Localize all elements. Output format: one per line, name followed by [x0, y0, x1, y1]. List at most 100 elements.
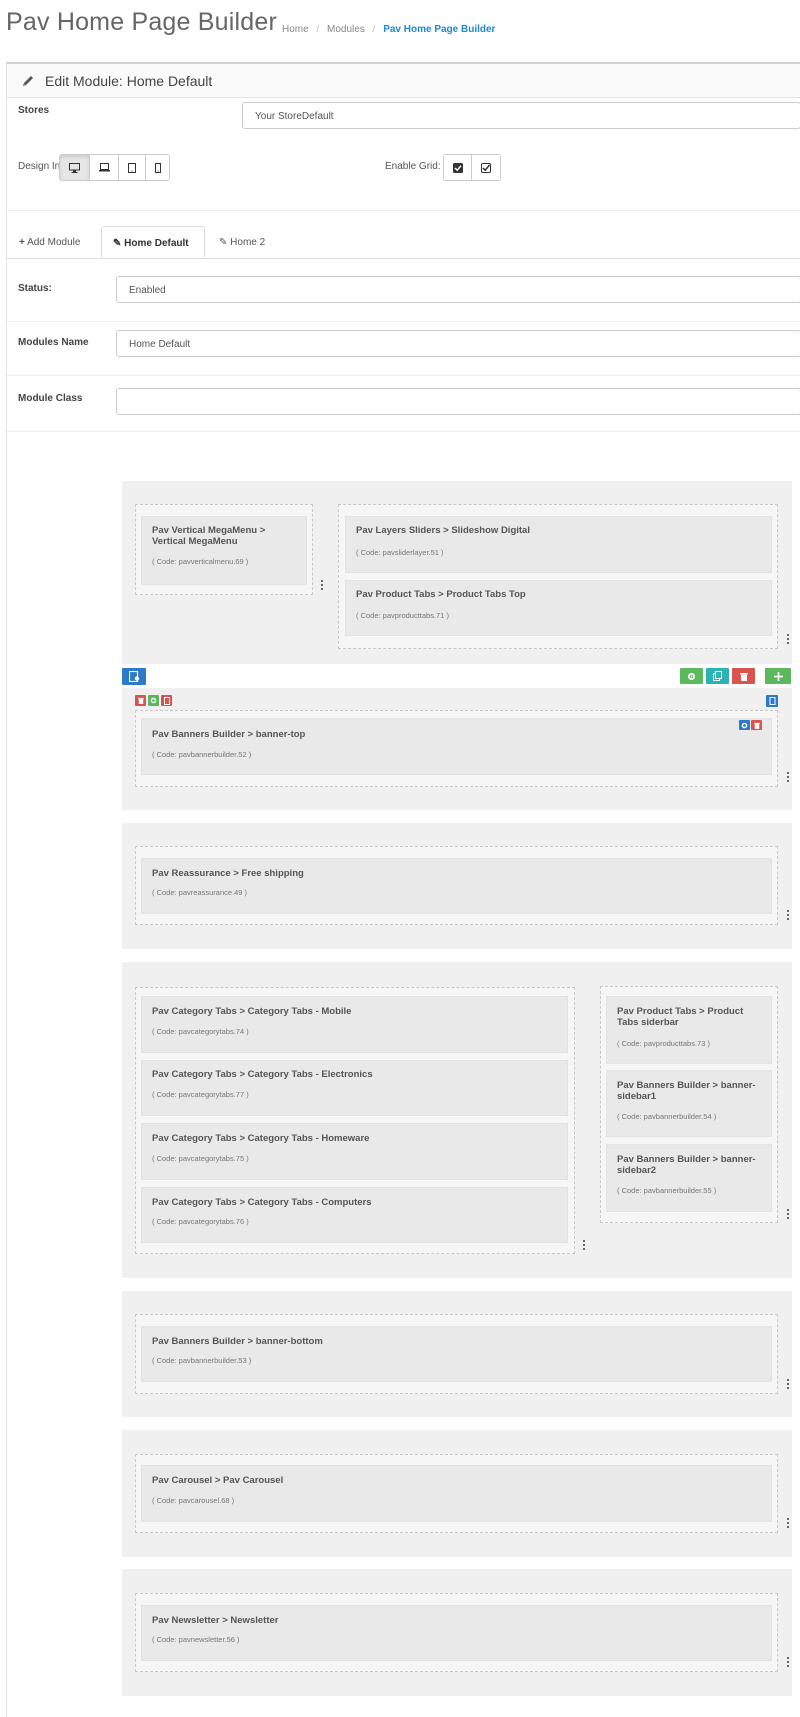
column-settings-icon: [128, 671, 139, 682]
row-settings-button[interactable]: [122, 668, 146, 685]
tab-add-module[interactable]: + Add Module: [19, 226, 80, 258]
module-widget[interactable]: Pav Vertical MegaMenu > Vertical MegaMen…: [141, 516, 307, 585]
modules-name-input[interactable]: Home Default: [116, 330, 800, 357]
status-select[interactable]: Enabled: [116, 276, 800, 303]
grid-off-button[interactable]: [472, 154, 501, 181]
tablet-icon: [128, 162, 136, 173]
breadcrumb-current[interactable]: Pav Home Page Builder: [383, 24, 495, 35]
widget-title: Pav Layers Sliders > Slideshow Digital: [356, 525, 530, 536]
widget-code: ( Code: pavbannerbuilder.53 ): [152, 1356, 252, 1365]
widget-code: ( Code: pavcategorytabs.75 ): [152, 1154, 249, 1163]
column-delete-button[interactable]: [135, 695, 146, 706]
divider: [7, 210, 800, 211]
resize-handle[interactable]: [582, 1240, 586, 1254]
grid-on-button[interactable]: [443, 154, 472, 181]
module-class-input[interactable]: [116, 388, 800, 415]
breadcrumb-modules[interactable]: Modules: [327, 24, 365, 35]
resize-handle[interactable]: [786, 772, 790, 786]
widget-code: ( Code: pavbannerbuilder.52 ): [152, 750, 252, 759]
breadcrumb-separator: /: [372, 24, 376, 35]
design-device-group: [59, 154, 170, 181]
module-widget[interactable]: Pav Category Tabs > Category Tabs - Elec…: [141, 1060, 568, 1116]
widget-title: Pav Vertical MegaMenu > Vertical MegaMen…: [152, 525, 266, 547]
column-copy-button[interactable]: [161, 695, 172, 706]
widget-title: Pav Reassurance > Free shipping: [152, 868, 304, 879]
widget-code: ( Code: pavcategorytabs.76 ): [152, 1217, 249, 1226]
widget-title: Pav Banners Builder > banner-sidebar1: [617, 1080, 756, 1102]
row-delete-button[interactable]: [732, 668, 755, 684]
module-widget[interactable]: Pav Newsletter > Newsletter ( Code: pavn…: [141, 1605, 772, 1661]
module-widget[interactable]: Pav Banners Builder > banner-sidebar1 ( …: [606, 1070, 772, 1137]
widget-code: ( Code: pavverticalmenu.69 ): [152, 557, 249, 566]
plus-icon: +: [19, 237, 25, 248]
module-widget[interactable]: Pav Category Tabs > Category Tabs - Comp…: [141, 1187, 568, 1243]
widget-code: ( Code: pavbannerbuilder.55 ): [617, 1186, 717, 1195]
resize-handle[interactable]: [786, 634, 790, 648]
widget-code: ( Code: pavcategorytabs.77 ): [152, 1090, 249, 1099]
tab-home-2[interactable]: ✎ Home 2: [219, 226, 265, 258]
module-widget[interactable]: Pav Category Tabs > Category Tabs - Home…: [141, 1123, 568, 1180]
column-config-button[interactable]: [148, 695, 159, 706]
widget-title: Pav Category Tabs > Category Tabs - Home…: [152, 1133, 370, 1144]
checkbox-outline-icon: [481, 162, 491, 173]
resize-handle[interactable]: [786, 1209, 790, 1223]
tab-label: Home Default: [124, 238, 189, 249]
widget-code: ( Code: pavcategorytabs.74 ): [152, 1027, 249, 1036]
module-class-label: Module Class: [18, 393, 83, 404]
copy-icon: [713, 671, 722, 681]
resize-handle[interactable]: [786, 910, 790, 924]
breadcrumb: Home / Modules / Pav Home Page Builder: [282, 24, 500, 35]
module-widget[interactable]: Pav Reassurance > Free shipping ( Code: …: [141, 858, 772, 914]
tablet-button[interactable]: [119, 154, 146, 181]
row-copy-button[interactable]: [706, 668, 729, 684]
module-widget[interactable]: Pav Banners Builder > banner-sidebar2 ( …: [606, 1144, 772, 1212]
modules-name-label: Modules Name: [18, 337, 89, 348]
module-widget[interactable]: Pav Layers Sliders > Slideshow Digital (…: [345, 516, 772, 573]
widget-title: Pav Category Tabs > Category Tabs - Elec…: [152, 1069, 373, 1080]
module-widget[interactable]: Pav Category Tabs > Category Tabs - Mobi…: [141, 996, 568, 1053]
gear-icon: [741, 722, 748, 728]
widget-code: ( Code: pavsliderlayer.51 ): [356, 548, 444, 557]
widget-code: ( Code: pavbannerbuilder.54 ): [617, 1112, 717, 1121]
breadcrumb-separator: /: [316, 24, 320, 35]
laptop-button[interactable]: [90, 154, 119, 181]
module-widget[interactable]: Pav Banners Builder > banner-top ( Code:…: [141, 718, 772, 775]
module-widget[interactable]: Pav Banners Builder > banner-bottom ( Co…: [141, 1326, 772, 1382]
add-row-button[interactable]: [765, 668, 791, 684]
pencil-icon: ✎: [219, 237, 228, 248]
widget-title: Pav Carousel > Pav Carousel: [152, 1475, 284, 1486]
breadcrumb-home[interactable]: Home: [282, 24, 309, 35]
stores-select[interactable]: Your StoreDefault: [242, 102, 800, 129]
mobile-icon: [154, 162, 161, 173]
stores-label: Stores: [18, 105, 50, 116]
module-widget[interactable]: Pav Product Tabs > Product Tabs siderbar…: [606, 996, 772, 1064]
resize-handle[interactable]: [320, 580, 324, 594]
enable-grid-group: [443, 154, 501, 181]
module-widget[interactable]: Pav Product Tabs > Product Tabs Top ( Co…: [345, 580, 772, 636]
widget-delete-button[interactable]: [751, 720, 762, 730]
widget-title: Pav Category Tabs > Category Tabs - Mobi…: [152, 1006, 352, 1017]
tab-home-default[interactable]: ✎ Home Default: [101, 226, 205, 258]
design-in-label: Design In: [18, 161, 61, 172]
panel-heading: Edit Module: Home Default: [7, 64, 800, 98]
gear-icon: [150, 697, 157, 704]
pencil-icon: ✎: [113, 238, 122, 249]
resize-handle[interactable]: [786, 1518, 790, 1532]
row-config-button[interactable]: [680, 668, 703, 684]
tab-label: Add Module: [27, 237, 81, 248]
mobile-button[interactable]: [146, 154, 170, 181]
widget-edit-button[interactable]: [739, 720, 750, 730]
gear-icon: [687, 672, 696, 680]
divider: [7, 375, 800, 376]
status-label: Status:: [18, 283, 52, 294]
widget-code: ( Code: pavproducttabs.71 ): [356, 611, 449, 620]
widget-code: ( Code: pavcarousel.68 ): [152, 1496, 235, 1505]
desktop-button[interactable]: [59, 154, 90, 181]
module-widget[interactable]: Pav Carousel > Pav Carousel ( Code: pavc…: [141, 1465, 772, 1522]
add-widget-button[interactable]: [766, 695, 778, 707]
laptop-icon: [98, 163, 110, 172]
plus-icon: [773, 671, 783, 681]
resize-handle[interactable]: [786, 1379, 790, 1393]
resize-handle[interactable]: [786, 1657, 790, 1671]
divider: [7, 321, 800, 322]
